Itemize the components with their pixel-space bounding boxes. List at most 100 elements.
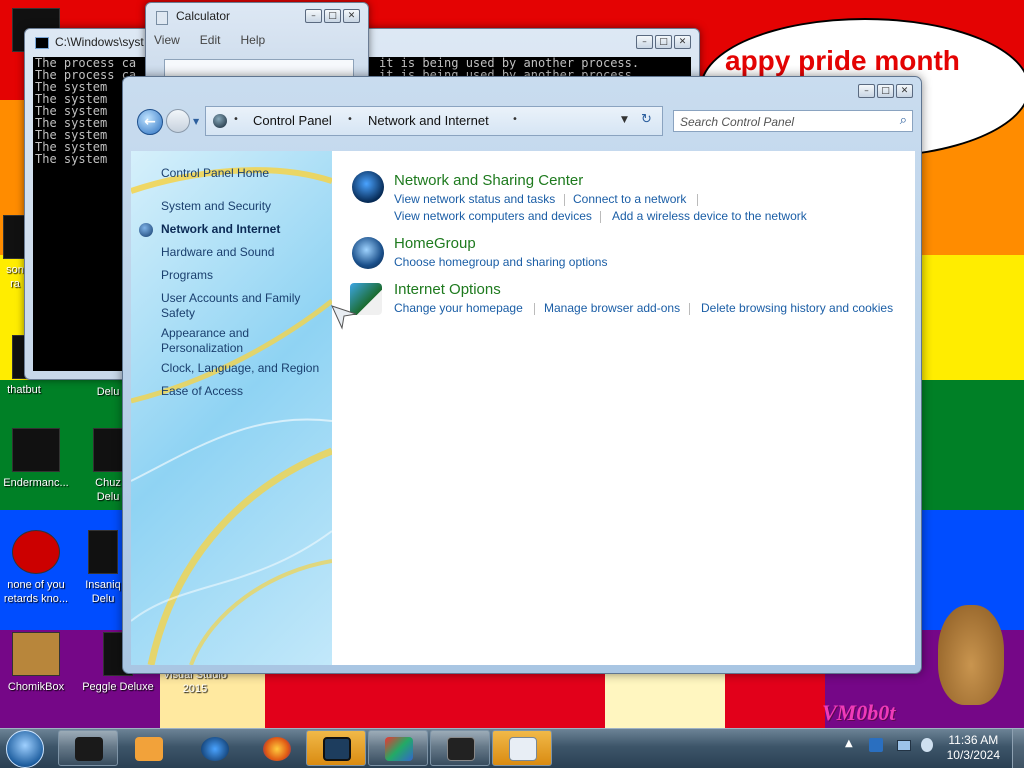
calculator-icon [156,11,168,25]
nav-clock-language-region[interactable]: Clock, Language, and Region [161,361,319,376]
cmd-line: The system [35,152,108,166]
homegroup-options-link[interactable]: Choose homegroup and sharing options [394,255,607,269]
taskbar-button-network[interactable] [368,730,428,766]
desktop-icon-insaniq[interactable]: Insaniq Delu [80,530,126,606]
taskbar-button-cmd[interactable] [58,730,118,766]
close-button[interactable]: ✕ [343,9,360,23]
link-divider [600,211,601,223]
close-button[interactable]: ✕ [896,84,913,98]
link-divider [534,303,535,315]
network-icon [385,737,413,761]
desktop-icon-chomikbox[interactable]: ChomikBox [2,632,70,694]
minimize-button[interactable]: – [305,9,322,23]
nav-appearance[interactable]: Appearance and Personalization [161,326,271,356]
add-wireless-device-link[interactable]: Add a wireless device to the network [612,209,807,223]
clock-time: 11:36 AM [948,733,999,747]
view-network-status-link[interactable]: View network status and tasks [394,192,555,206]
app-icon [88,530,118,574]
nav-network-and-internet[interactable]: Network and Internet [161,222,280,237]
back-button[interactable]: ← [137,109,163,135]
change-homepage-link[interactable]: Change your homepage [394,301,523,315]
desktop-icon-none[interactable]: none of you retards kno... [2,530,70,606]
maximize-button[interactable]: □ [655,35,672,49]
minimize-button[interactable]: – [858,84,875,98]
refresh-icon[interactable]: ↻ [641,112,652,127]
network-sharing-center-link[interactable]: Network and Sharing Center [394,172,583,189]
cmd-title: C:\Windows\syst [55,35,144,49]
internet-options-link[interactable]: Internet Options [394,281,501,298]
show-desktop-button[interactable] [1012,729,1024,768]
link-divider [697,194,698,206]
show-hidden-icons-icon[interactable]: ▲ [845,738,853,749]
nav-control-panel-home[interactable]: Control Panel Home [161,166,269,181]
firefox-icon [263,737,291,761]
recent-pages-chevron-icon[interactable]: ▼ [193,117,199,126]
current-category-icon [139,223,153,237]
taskbar-button-media[interactable] [118,730,178,766]
tray-app-icon[interactable] [869,738,883,752]
homegroup-link[interactable]: HomeGroup [394,235,476,252]
content-pane: Network and Sharing Center View network … [332,151,915,665]
app-icon [12,530,60,574]
taskbar-button-window[interactable] [306,730,366,766]
menu-view[interactable]: View [154,33,180,47]
search-box[interactable]: Search Control Panel ⌕ [673,110,913,132]
watermark: VM0b0t [822,700,896,725]
close-button[interactable]: ✕ [674,35,691,49]
mouse-cursor-icon [331,305,357,330]
homegroup-icon [352,237,384,269]
calculator-title: Calculator [176,9,231,23]
link-divider [564,194,565,206]
desktop-icon-delu[interactable]: Delu [90,385,126,399]
calculator-menu: View Edit Help [154,33,265,47]
nav-user-accounts[interactable]: User Accounts and Family Safety [161,291,311,321]
cp-caption-buttons: – □ ✕ [858,84,913,98]
address-bar[interactable]: • Control Panel • Network and Internet •… [205,106,663,136]
hamster-icon [12,632,60,676]
taskbar-button-app[interactable] [430,730,490,766]
breadcrumb-separator-icon: • [233,114,239,125]
globe-icon [201,737,229,761]
clock[interactable]: 11:36 AM 10/3/2024 [947,733,1000,763]
menu-edit[interactable]: Edit [200,33,221,47]
network-tray-icon[interactable] [897,740,911,751]
network-center-icon [352,171,384,203]
start-button[interactable] [6,730,44,768]
cmd-caption-buttons: – □ ✕ [636,35,691,49]
breadcrumb-network-and-internet[interactable]: Network and Internet [368,113,489,128]
breadcrumb-control-panel[interactable]: Control Panel [253,113,332,128]
taskbar-button-globe[interactable] [184,730,244,766]
control-panel-window[interactable]: – □ ✕ ← ▼ • Control Panel • Network and … [122,76,922,674]
search-input[interactable]: Search Control Panel [680,115,794,129]
connect-to-network-link[interactable]: Connect to a network [573,192,686,206]
cmd-icon [35,37,49,49]
calculator-caption-buttons: – □ ✕ [305,9,360,23]
delete-history-link[interactable]: Delete browsing history and cookies [701,301,893,315]
taskbar-button-firefox[interactable] [246,730,306,766]
calculator-icon [509,737,537,761]
volume-icon[interactable] [921,738,933,752]
minimize-button[interactable]: – [636,35,653,49]
taskbar-button-calculator[interactable] [492,730,552,766]
terminal-icon [75,737,103,761]
view-network-computers-link[interactable]: View network computers and devices [394,209,592,223]
window-icon [323,737,351,761]
desktop-icon-endermanch[interactable]: Endermanc... [2,428,70,490]
control-panel-icon [213,114,227,128]
hamster-image [938,605,1004,705]
menu-help[interactable]: Help [240,33,265,47]
left-nav-pane: Control Panel Home System and Security N… [131,151,332,665]
search-icon[interactable]: ⌕ [900,113,907,128]
maximize-button[interactable]: □ [324,9,341,23]
nav-ease-of-access[interactable]: Ease of Access [161,384,243,399]
maximize-button[interactable]: □ [877,84,894,98]
nav-hardware-and-sound[interactable]: Hardware and Sound [161,245,274,260]
bubble-text: appy pride month [725,45,960,76]
manage-addons-link[interactable]: Manage browser add-ons [544,301,680,315]
address-dropdown-icon[interactable]: ▼ [621,115,628,125]
forward-button[interactable] [166,109,190,133]
nav-system-and-security[interactable]: System and Security [161,199,271,214]
desktop-icon-chuz[interactable]: Chuz Delu [90,428,126,504]
nav-programs[interactable]: Programs [161,268,213,283]
clock-date: 10/3/2024 [946,748,1000,762]
